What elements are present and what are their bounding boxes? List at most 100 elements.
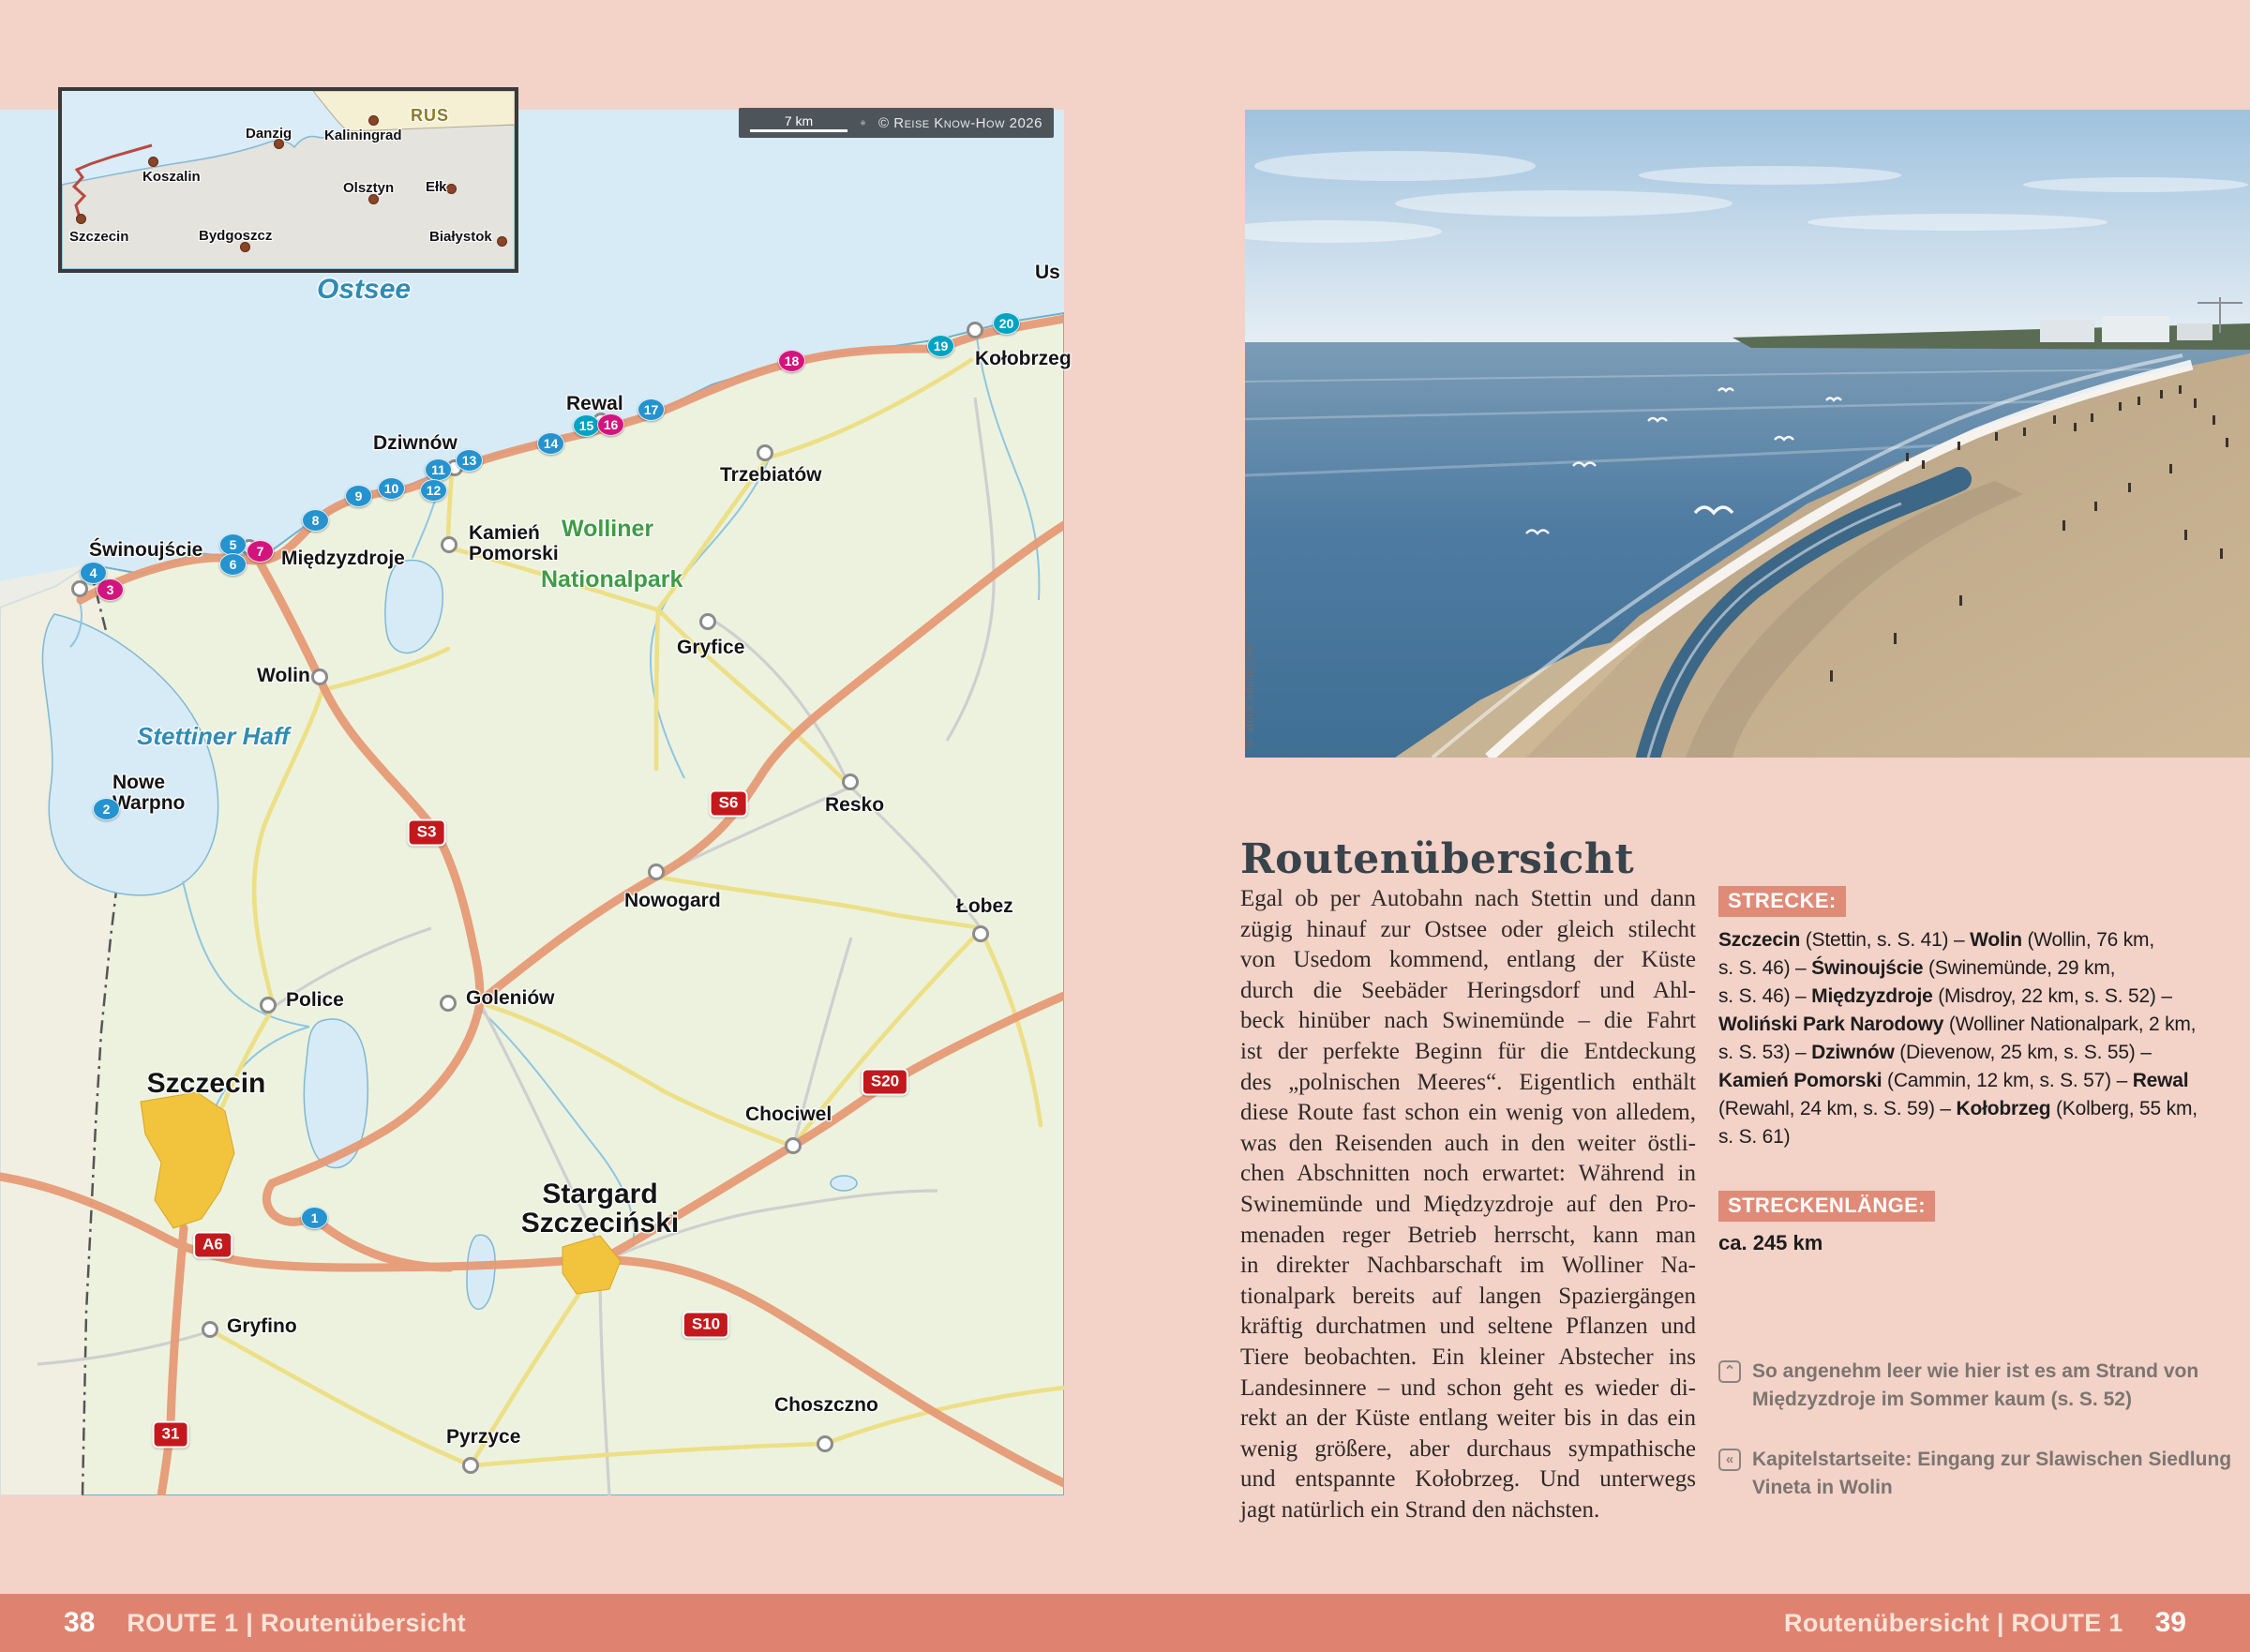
strecke-detail: (Wollin, 76 km, — [2022, 929, 2154, 951]
inset-city-label: Koszalin — [142, 170, 201, 185]
strecke-place: Kołobrzeg — [1957, 1098, 2051, 1119]
body-line: Tiere beobachten. Ein kleiner Abstecher … — [1240, 1343, 1696, 1374]
photo-credit: © stock.adobe.com — [1243, 375, 1258, 750]
inset-city-label: Bydgoszcz — [199, 229, 272, 244]
scale-rule-group: 7 km — [750, 114, 848, 132]
footer-left: 38 ROUTE 1 | Routenübersicht — [64, 1607, 466, 1639]
caption-text: So angenehm leer wie hier ist es am Stra… — [1752, 1358, 2198, 1414]
compass-icon — [861, 112, 865, 134]
article-body: Egal ob per Autobahn nach Stettin und da… — [1240, 884, 1696, 1525]
inset-overview-map: Danzig Kaliningrad Koszalin Olsztyn Ełk Szcze… — [58, 87, 518, 273]
strecke-place: Wolin — [1970, 929, 2022, 951]
body-line: beck hinüber nach Swinemünde – die Fahrt — [1240, 1006, 1696, 1037]
inset-city-label: Olsztyn — [343, 181, 394, 196]
body-line: und entspannte Kołobrzeg. Und unterwegs — [1240, 1464, 1696, 1495]
strecke-line: Woliński Park Narodowy (Wolliner Nationa… — [1718, 1011, 2249, 1039]
caption-ref-icon: ⌃ — [1718, 1360, 1741, 1383]
strecke-place: Dziwnów — [1811, 1042, 1894, 1063]
footer-right-label: Routenübersicht | ROUTE 1 — [1784, 1609, 2123, 1638]
body-line: zügig hinauf zur Ostsee oder gleich stil… — [1240, 915, 1696, 946]
body-line: diese Route fast schon ein wenig von all… — [1240, 1098, 1696, 1129]
beach-photo — [1245, 110, 2250, 758]
strecke-detail: s. S. 46) – — [1718, 985, 1811, 1007]
page-number-left: 38 — [64, 1607, 95, 1639]
footer-right: Routenübersicht | ROUTE 1 39 — [1784, 1607, 2186, 1639]
caption-line: Kapitelstartseite: Eingang zur Slawische… — [1752, 1446, 2231, 1474]
strecke-line: s. S. 53) – Dziwnów (Dievenow, 25 km, s.… — [1718, 1039, 2249, 1067]
route-map — [0, 110, 1064, 1495]
body-line: Landesinnere – und schon geht es wieder … — [1240, 1374, 1696, 1404]
body-line: kräftig durchatmen und seltene Pflanzen … — [1240, 1312, 1696, 1343]
strecke-line: Szczecin (Stettin, s. S. 41) – Wolin (Wo… — [1718, 926, 2249, 954]
body-line: von Usedom kommend, entlang der Küste — [1240, 945, 1696, 976]
caption-line: So angenehm leer wie hier ist es am Stra… — [1752, 1358, 2198, 1386]
strecke-place: Rewal — [2133, 1070, 2189, 1091]
strecke-place: Międzyzdroje — [1811, 985, 1932, 1007]
inset-city-label: Szczecin — [69, 230, 128, 245]
inset-city-label: Białystok — [429, 230, 492, 245]
strecke-line: s. S. 46) – Międzyzdroje (Misdroy, 22 km… — [1718, 983, 2249, 1011]
route-length-box: STRECKENLÄNGE: ca. 245 km — [1718, 1191, 2249, 1255]
body-line: jagt natürlich ein Strand den nächsten. — [1240, 1495, 1696, 1526]
strecke-line: (Rewahl, 24 km, s. S. 59) – Kołobrzeg (K… — [1718, 1095, 2249, 1123]
body-line: rekt an der Küste entlang weiter bis in … — [1240, 1404, 1696, 1434]
body-line: in direkter Nachbarschaft im Wolliner Na… — [1240, 1251, 1696, 1282]
photo-caption-2: « Kapitelstartseite: Eingang zur Slawisch… — [1718, 1446, 2249, 1502]
inset-city-dot — [148, 157, 158, 167]
scale-rule — [750, 129, 848, 132]
map-scalebar: 7 km © Reise Know-How 2026 — [739, 108, 1054, 138]
beach-photo-image — [1245, 110, 2250, 758]
strecke-detail: (Rewahl, 24 km, s. S. 59) – — [1718, 1098, 1957, 1119]
body-line: durch die Seebäder Heringsdorf und Ahl- — [1240, 976, 1696, 1007]
body-line: ist der perfekte Beginn für die Entdecku… — [1240, 1037, 1696, 1068]
strecke-detail: (Kolberg, 55 km, — [2050, 1098, 2198, 1119]
body-line: chen Abschnitten noch erwartet: Während … — [1240, 1159, 1696, 1190]
strecke-header: STRECKE: — [1718, 886, 1846, 917]
page-title: Routenübersicht — [1240, 835, 1634, 883]
strecke-place: Szczecin — [1718, 929, 1800, 951]
inset-city-label: Kaliningrad — [324, 128, 402, 143]
streckenlaenge-header: STRECKENLÄNGE: — [1718, 1191, 1935, 1222]
strecke-detail: (Stettin, s. S. 41) – — [1800, 929, 1970, 951]
body-line: was den Reisenden auch in den weiter öst… — [1240, 1129, 1696, 1160]
photo-caption-1: ⌃ So angenehm leer wie hier ist es am Str… — [1718, 1358, 2249, 1414]
page-number-right: 39 — [2155, 1607, 2186, 1639]
route-length-value: ca. 245 km — [1718, 1231, 2249, 1255]
strecke-detail: (Cammin, 12 km, s. S. 57) – — [1882, 1070, 2132, 1091]
caption-line: Vineta in Wolin — [1752, 1474, 2231, 1502]
body-line: menaden reger Betrieb herrscht, kann man — [1240, 1221, 1696, 1252]
strecke-detail: (Dievenow, 25 km, s. S. 55) – — [1895, 1042, 2152, 1063]
strecke-place: Świnoujście — [1811, 957, 1923, 979]
strecke-detail: s. S. 46) – — [1718, 957, 1811, 979]
footer-bar: 38 ROUTE 1 | Routenübersicht Routenübers… — [0, 1594, 2250, 1652]
map-copyright: © Reise Know-How 2026 — [878, 115, 1042, 131]
strecke-line: s. S. 46) – Świnoujście (Swinemünde, 29 … — [1718, 954, 2249, 983]
strecke-detail: s. S. 61) — [1718, 1126, 1790, 1148]
body-line: Swinemünde und Międzyzdroje auf den Pro- — [1240, 1190, 1696, 1221]
inset-rus-label: RUS — [411, 106, 449, 126]
inset-city-label: Ełk — [426, 180, 447, 195]
route-summary-box: STRECKE: Szczecin (Stettin, s. S. 41) – … — [1718, 886, 2249, 1151]
strecke-line: s. S. 61) — [1718, 1123, 2249, 1151]
inset-city-label: Danzig — [246, 127, 292, 142]
body-line: wenig größere, aber durchaus sympathisch… — [1240, 1434, 1696, 1465]
body-line: tionalpark bereits auf langen Spaziergän… — [1240, 1282, 1696, 1313]
caption-line: Międzyzdroje im Sommer kaum (s. S. 52) — [1752, 1386, 2198, 1414]
strecke-line: Kamień Pomorski (Cammin, 12 km, s. S. 57… — [1718, 1067, 2249, 1095]
strecke-detail: (Wolliner Nationalpark, 2 km, — [1943, 1014, 2196, 1035]
strecke-detail: (Swinemünde, 29 km, — [1923, 957, 2115, 979]
inset-city-dot — [446, 184, 457, 194]
body-line: Egal ob per Autobahn nach Stettin und da… — [1240, 884, 1696, 915]
inset-city-dot — [497, 236, 507, 247]
inset-city-dot — [76, 214, 86, 224]
strecke-detail: s. S. 53) – — [1718, 1042, 1811, 1063]
body-line: des „polnischen Meeres“. Eigentlich enth… — [1240, 1068, 1696, 1099]
strecke-place: Woliński Park Narodowy — [1718, 1014, 1943, 1035]
strecke-detail: (Misdroy, 22 km, s. S. 52) – — [1933, 985, 2172, 1007]
caption-text: Kapitelstartseite: Eingang zur Slawische… — [1752, 1446, 2231, 1502]
strecke-text: Szczecin (Stettin, s. S. 41) – Wolin (Wo… — [1718, 926, 2249, 1151]
scale-label: 7 km — [785, 114, 813, 128]
strecke-place: Kamień Pomorski — [1718, 1070, 1882, 1091]
route-map-canvas — [0, 110, 1064, 1495]
caption-ref-icon: « — [1718, 1449, 1741, 1471]
